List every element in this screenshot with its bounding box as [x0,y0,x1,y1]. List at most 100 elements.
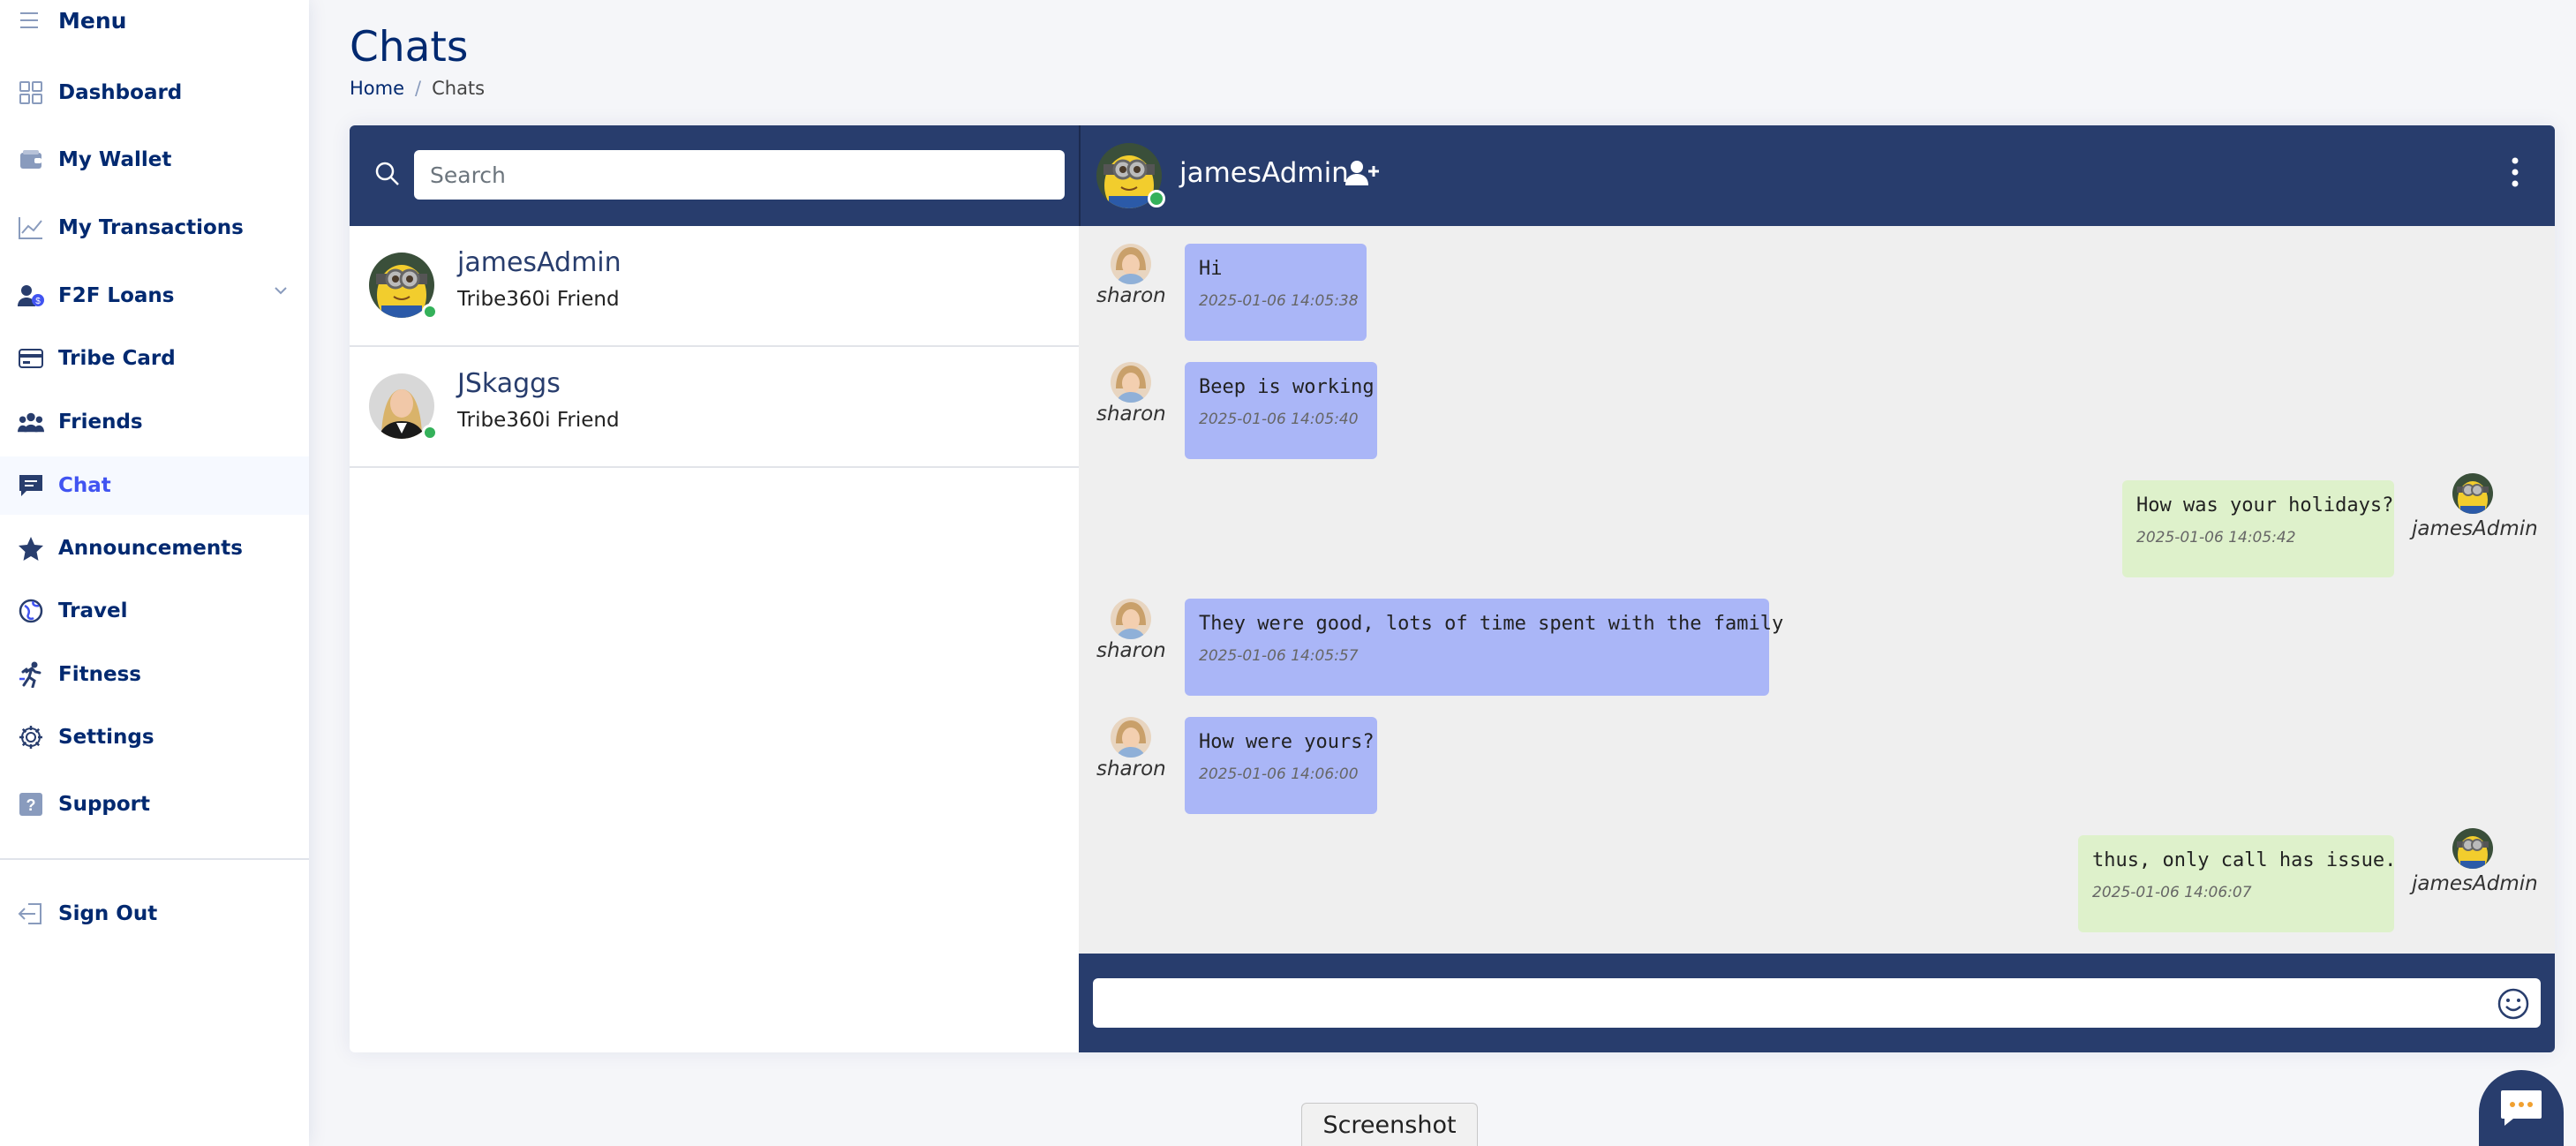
message-bubble: How was your holidays? 2025-01-06 14:05:… [2122,480,2394,577]
online-status-dot [422,425,438,441]
message-sender: jamesAdmin [2412,517,2538,540]
message-text: They were good, lots of time spent with … [1199,613,1784,635]
message-time: 2025-01-06 14:06:00 [1199,765,1359,783]
sidebar-item-travel[interactable]: Travel [0,582,309,640]
message-bubble: They were good, lots of time spent with … [1185,599,1784,696]
contact-name: JSkaggs [457,368,561,399]
gear-icon [18,724,44,750]
conversation-header: jamesAdmin [1079,125,2555,226]
online-status-dot [422,304,438,320]
search-icon [375,162,399,185]
online-status-dot [1148,190,1165,207]
avatar [1111,362,1151,403]
sidebar-item-label: Dashboard [58,81,183,104]
people-money-icon: $ [18,283,44,309]
sidebar-divider [0,858,309,860]
chevron-down-icon [275,287,287,295]
sidebar-item-label: Support [58,793,151,816]
page-title: Chats [350,23,469,72]
message-sender: sharon [1096,284,1166,307]
message-time: 2025-01-06 14:05:40 [1199,411,1359,428]
sidebar-item-chat[interactable]: Chat [0,456,309,515]
screenshot-button[interactable]: Screenshot [1301,1103,1478,1146]
message-bubble: thus, only call has issue. 2025-01-06 14… [2078,835,2397,932]
sidebar-item-announcements[interactable]: Announcements [0,519,309,577]
conversation-contact-name: jamesAdmin [1179,157,1349,189]
contact-item-jamesadmin[interactable]: jamesAdmin Tribe360i Friend [350,226,1079,347]
sign-out-icon [18,901,44,927]
message-text: thus, only call has issue. [2092,849,2397,871]
sidebar-item-settings[interactable]: Settings [0,708,309,766]
message-list[interactable]: sharon Hi 2025-01-06 14:05:38 sharon Bee… [1079,226,2555,954]
svg-text:$: $ [35,297,41,306]
chat-support-button[interactable] [2479,1070,2564,1146]
message-sender: sharon [1096,403,1166,426]
question-icon: ? [18,791,44,818]
card-icon [18,345,44,372]
message-input[interactable] [1093,978,2541,1028]
sidebar-item-support[interactable]: ? Support [0,775,309,833]
message-sender: sharon [1096,758,1166,780]
sidebar-item-label: Fitness [58,663,141,686]
contact-name: jamesAdmin [457,247,621,278]
runner-icon [18,661,44,688]
sidebar-item-label: My Wallet [58,148,172,171]
grid-icon [18,79,44,106]
star-icon [18,535,44,562]
sidebar-item-label: Tribe Card [58,347,176,370]
avatar [1111,717,1151,758]
graph-icon [18,215,44,241]
breadcrumb-separator: / [415,78,422,99]
message-text: Beep is working [1199,376,1375,398]
sidebar-item-label: F2F Loans [58,284,175,307]
message-sender: sharon [1096,639,1166,662]
avatar [2452,473,2493,514]
message-composer [1079,954,2555,1052]
contact-subtitle: Tribe360i Friend [457,409,620,432]
sidebar-item-label: Announcements [58,537,243,560]
message-text: How was your holidays? [2136,494,2394,516]
globe-icon [18,598,44,624]
hamburger-icon [20,12,38,28]
contact-item-jskaggs[interactable]: JSkaggs Tribe360i Friend [350,347,1079,468]
breadcrumb: Home / Chats [350,78,485,99]
contact-subtitle: Tribe360i Friend [457,288,620,311]
message-time: 2025-01-06 14:05:42 [2136,529,2296,547]
message-text: How were yours? [1199,731,1375,753]
message-time: 2025-01-06 14:05:57 [1199,647,1359,665]
chat-icon [18,472,44,499]
add-user-icon[interactable] [1345,159,1381,187]
sidebar-item-label: Friends [58,411,143,434]
sidebar-item-dashboard[interactable]: Dashboard [0,64,309,122]
breadcrumb-current: Chats [432,78,486,99]
sidebar-item-my-transactions[interactable]: My Transactions [0,199,309,257]
sidebar-item-label: Travel [58,599,128,622]
message-bubble: Hi 2025-01-06 14:05:38 [1185,244,1367,341]
people-icon [18,409,44,435]
contacts-header [350,125,1079,226]
avatar [2452,828,2493,869]
menu-toggle[interactable]: Menu [19,5,126,35]
more-options-icon[interactable] [2511,157,2520,187]
avatar [1111,244,1151,284]
sidebar-item-sign-out[interactable]: Sign Out [0,885,309,943]
sidebar-item-fitness[interactable]: Fitness [0,645,309,704]
message-bubble: Beep is working 2025-01-06 14:05:40 [1185,362,1377,459]
sidebar-item-tribe-card[interactable]: Tribe Card [0,329,309,388]
chat-bubble-icon [2501,1090,2542,1126]
search-input[interactable] [414,150,1065,200]
message-sender: jamesAdmin [2412,872,2538,895]
message-text: Hi [1199,258,1223,280]
sidebar-item-label: Settings [58,726,154,749]
sidebar: Menu Dashboard My Wallet My Transactions… [0,0,309,1146]
sidebar-item-friends[interactable]: Friends [0,393,309,451]
message-bubble: How were yours? 2025-01-06 14:06:00 [1185,717,1377,814]
message-time: 2025-01-06 14:05:38 [1199,292,1359,310]
sidebar-item-my-wallet[interactable]: My Wallet [0,131,309,189]
message-time: 2025-01-06 14:06:07 [2092,884,2252,901]
sidebar-item-label: Sign Out [58,902,158,925]
breadcrumb-home[interactable]: Home [350,78,404,99]
emoji-icon[interactable] [2497,987,2530,1021]
sidebar-item-f2f-loans[interactable]: $ F2F Loans [0,267,309,325]
sidebar-item-label: My Transactions [58,216,244,239]
